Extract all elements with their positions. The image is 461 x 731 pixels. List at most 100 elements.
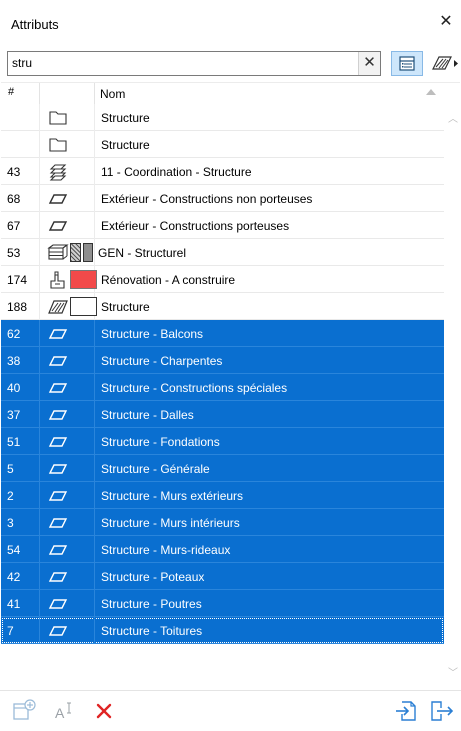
row-name: Extérieur - Constructions porteuses — [101, 219, 290, 233]
fill-preview-swatch — [70, 297, 97, 316]
list-item[interactable]: 38 Structure - Charpentes — [1, 347, 444, 374]
list-item[interactable]: Structure — [1, 131, 444, 158]
row-number: 67 — [7, 219, 21, 233]
column-divider — [39, 617, 40, 644]
list-view-button[interactable] — [391, 51, 423, 76]
svg-text:A: A — [55, 705, 65, 721]
column-divider — [94, 428, 95, 455]
row-number: 43 — [7, 165, 21, 179]
list-item[interactable]: 54 Structure - Murs-rideaux — [1, 536, 444, 563]
row-name: Structure - Toitures — [101, 624, 203, 638]
row-number: 42 — [7, 570, 21, 584]
list-item[interactable]: 37 Structure - Dalles — [1, 401, 444, 428]
clear-search-button[interactable]: ✕ — [358, 52, 380, 75]
row-number: 41 — [7, 597, 21, 611]
search-input[interactable] — [8, 52, 348, 74]
row-name: Rénovation - A construire — [101, 273, 236, 287]
export-icon — [431, 701, 454, 721]
column-divider — [94, 482, 95, 509]
import-button[interactable] — [394, 698, 418, 722]
column-divider[interactable] — [39, 83, 40, 104]
column-divider — [94, 536, 95, 563]
delete-icon — [96, 703, 112, 719]
column-divider — [94, 320, 95, 347]
skin-pattern-swatch — [70, 243, 81, 262]
folder-icon — [47, 109, 69, 127]
column-divider — [39, 455, 40, 482]
layer-icon — [47, 622, 69, 640]
row-name: Structure - Charpentes — [101, 354, 223, 368]
list-item[interactable]: 41 Structure - Poutres — [1, 590, 444, 617]
list-item[interactable]: 42 Structure - Poteaux — [1, 563, 444, 590]
column-divider[interactable] — [94, 83, 95, 104]
list-item[interactable]: 51 Structure - Fondations — [1, 428, 444, 455]
list-item[interactable]: 40 Structure - Constructions spéciales — [1, 374, 444, 401]
list-item[interactable]: 5 Structure - Générale — [1, 455, 444, 482]
row-number: 68 — [7, 192, 21, 206]
layer-icon — [47, 595, 69, 613]
row-name: Structure — [101, 138, 150, 152]
column-divider — [94, 509, 95, 536]
row-name: Structure - Dalles — [101, 408, 194, 422]
color-swatch — [70, 270, 97, 289]
list-item[interactable]: 43 11 - Coordination - Structure — [1, 158, 444, 185]
column-divider — [39, 185, 40, 212]
search-box: ✕ — [7, 51, 381, 76]
list-item[interactable]: 53 GEN - Structurel — [1, 239, 444, 266]
scroll-down-icon[interactable]: ﹀ — [448, 664, 458, 679]
vertical-scrollbar[interactable]: ︿ ﹀ — [445, 104, 460, 684]
layer-icon — [47, 352, 69, 370]
layer-icon — [47, 379, 69, 397]
row-number: 2 — [7, 489, 14, 503]
list-item[interactable]: 62 Structure - Balcons — [1, 320, 444, 347]
list-item[interactable]: 68 Extérieur - Constructions non porteuse… — [1, 185, 444, 212]
scroll-up-icon[interactable]: ︿ — [448, 110, 458, 125]
row-name: Extérieur - Constructions non porteuses — [101, 192, 313, 206]
column-header-number[interactable]: # — [8, 86, 14, 98]
list-item[interactable]: 188 Structure — [1, 293, 444, 320]
row-number: 51 — [7, 435, 21, 449]
row-name: Structure - Poteaux — [101, 570, 205, 584]
composite-icon — [47, 244, 69, 262]
row-number: 62 — [7, 327, 21, 341]
fill-icon — [47, 298, 69, 316]
column-divider — [94, 239, 95, 266]
column-header-name[interactable]: Nom — [100, 87, 125, 101]
column-divider — [94, 617, 95, 644]
column-divider — [39, 482, 40, 509]
list-item[interactable]: 174 Rénovation - A construire — [1, 266, 444, 293]
layer-icon — [47, 460, 69, 478]
list-item[interactable]: 67 Extérieur - Constructions porteuses — [1, 212, 444, 239]
layer-icon — [47, 325, 69, 343]
row-name: Structure - Murs intérieurs — [101, 516, 240, 530]
row-name: Structure - Constructions spéciales — [101, 381, 288, 395]
close-icon[interactable]: ✕ — [438, 14, 454, 30]
layer-icon — [47, 568, 69, 586]
column-divider — [39, 590, 40, 617]
list-item[interactable]: 3 Structure - Murs intérieurs — [1, 509, 444, 536]
row-number: 174 — [7, 273, 28, 287]
skin-solid-swatch — [83, 243, 93, 262]
renovation-filter-icon — [47, 271, 69, 289]
column-divider — [94, 347, 95, 374]
row-name: Structure - Balcons — [101, 327, 204, 341]
column-divider — [39, 293, 40, 320]
layer-icon — [47, 487, 69, 505]
delete-button[interactable] — [92, 698, 116, 722]
list-item[interactable]: 2 Structure - Murs extérieurs — [1, 482, 444, 509]
column-divider — [39, 266, 40, 293]
fill-filter-button[interactable] — [427, 51, 461, 76]
export-button[interactable] — [428, 698, 454, 722]
column-divider — [94, 401, 95, 428]
new-attribute-button[interactable] — [12, 698, 36, 722]
search-row: ✕ — [7, 51, 461, 76]
row-number: 53 — [7, 246, 21, 260]
column-divider — [39, 536, 40, 563]
list-item[interactable]: Structure — [1, 104, 444, 131]
list-view-icon — [399, 56, 415, 71]
list-item[interactable]: 7 Structure - Toitures — [1, 617, 444, 644]
row-name: Structure — [101, 111, 150, 125]
layer-combination-icon — [47, 163, 69, 181]
rename-button[interactable]: A — [52, 698, 76, 722]
column-divider — [39, 212, 40, 239]
